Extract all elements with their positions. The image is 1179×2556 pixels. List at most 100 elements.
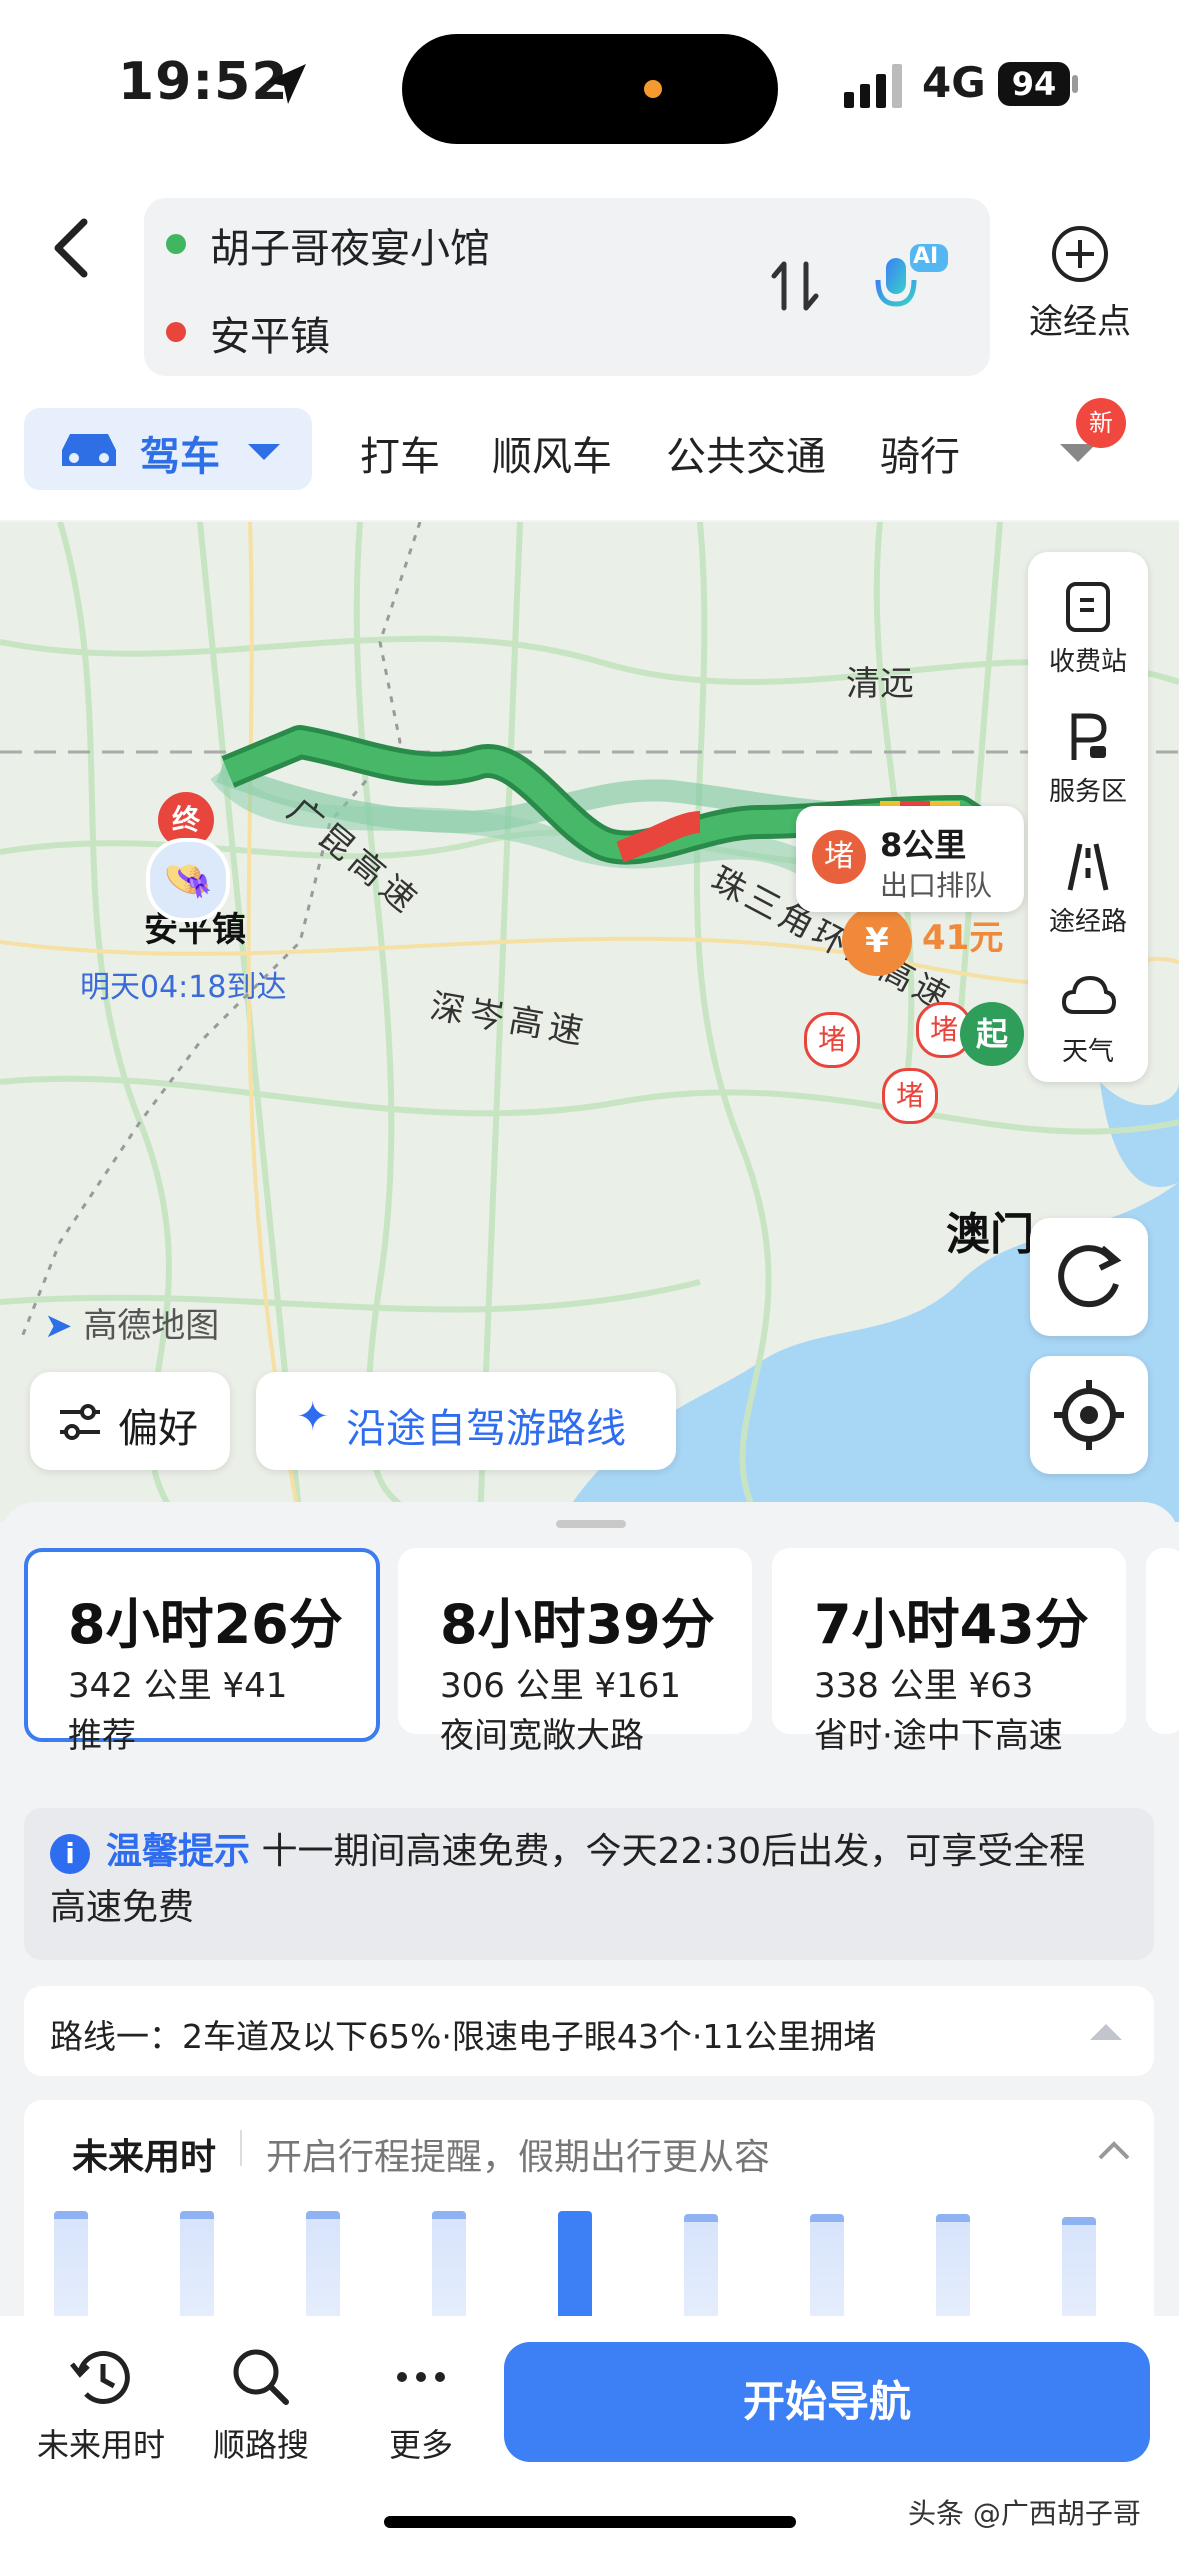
watermark: 头条 @广西胡子哥 <box>908 2497 1141 2530</box>
route-distance: 338 公里 <box>814 1666 958 1706</box>
sliders-icon <box>60 1404 100 1440</box>
more-button[interactable]: 更多 <box>336 2342 506 2466</box>
camera-indicator <box>644 80 662 98</box>
route-distance: 306 公里 <box>440 1666 584 1706</box>
add-waypoint-button[interactable]: 途经点 <box>1020 224 1140 343</box>
origin-field[interactable]: 胡子哥夜宴小馆 <box>210 216 490 274</box>
arrival-time: 明天04:18到达 <box>80 970 287 1005</box>
selfdrive-label: 沿途自驾游路线 <box>346 1406 626 1452</box>
route-search-label: 顺路搜 <box>212 2426 309 2464</box>
future-time-button[interactable]: 未来用时 <box>16 2342 186 2466</box>
more-dots-icon <box>397 2372 445 2382</box>
route-time: 8小时26分 <box>68 1593 343 1656</box>
swap-icon[interactable] <box>770 256 820 316</box>
preference-button[interactable]: 偏好 <box>30 1372 230 1470</box>
route-card-4-peek[interactable] <box>1146 1548 1179 1734</box>
route-tag: 推荐 <box>68 1716 136 1756</box>
preference-label: 偏好 <box>118 1406 198 1452</box>
route-search-button[interactable]: 顺路搜 <box>176 2342 346 2466</box>
future-time-bar-top <box>684 2214 718 2222</box>
collapse-triangle-icon[interactable] <box>1088 2022 1124 2042</box>
route-tag: 夜间宽敞大路 <box>440 1716 644 1756</box>
toll-station-button[interactable]: 收费站 <box>1028 580 1148 678</box>
amap-logo-icon: ➤ <box>44 1306 73 1346</box>
tab-transit[interactable]: 公共交通 <box>666 424 826 482</box>
future-time-label: 未来用时 <box>36 2426 165 2464</box>
home-indicator[interactable] <box>384 2516 796 2528</box>
road-icon <box>1067 843 1109 891</box>
back-arrow-icon[interactable] <box>40 208 100 288</box>
service-area-button[interactable]: 服务区 <box>1028 710 1148 808</box>
jam-marker[interactable]: 堵 <box>882 1068 938 1124</box>
tip-line-2: 高速免费 <box>50 1887 195 1928</box>
route-cost: ¥41 <box>222 1666 288 1706</box>
destination-dot <box>166 322 186 342</box>
tab-taxi[interactable]: 打车 <box>360 424 440 482</box>
route-card-2[interactable]: 8小时39分 306 公里 ¥161 夜间宽敞大路 <box>398 1548 752 1756</box>
tab-carpool[interactable]: 顺风车 <box>492 424 612 482</box>
future-time-bar-top <box>306 2211 340 2219</box>
route-distance-cost: 342 公里 ¥41 <box>68 1658 287 1707</box>
selfdrive-route-button[interactable]: ✦ 沿途自驾游路线 <box>256 1372 676 1470</box>
service-area-icon <box>1071 713 1107 760</box>
plus-circle-icon <box>1052 226 1108 282</box>
route-time: 8小时39分 <box>440 1593 715 1656</box>
service-area-label: 服务区 <box>1048 777 1127 807</box>
jam-distance: 8公里 <box>880 826 967 864</box>
tip-line-1: 温馨提示 十一期间高速免费，今天22:30后出发，可享受全程 <box>106 1824 1085 1880</box>
route-card-3[interactable]: 7小时43分 338 公里 ¥63 省时·途中下高速 <box>772 1548 1126 1756</box>
jam-marker[interactable]: 堵 <box>804 1012 860 1068</box>
origin-dot <box>166 234 186 254</box>
jam-bubble[interactable]: 堵 8公里 出口排队 <box>796 806 1024 912</box>
more-label: 更多 <box>388 2426 453 2464</box>
divider <box>240 2130 242 2166</box>
new-badge: 新 <box>1076 398 1126 448</box>
start-navigation-button[interactable]: 开始导航 <box>504 2342 1150 2462</box>
weather-button[interactable]: 天气 <box>1028 970 1148 1068</box>
tab-cycling[interactable]: 骑行 <box>880 424 960 482</box>
ai-voice-icon[interactable] <box>872 240 952 320</box>
crosshair-icon <box>1054 1380 1124 1450</box>
map-label-qingyuan: 清远 <box>846 664 914 704</box>
route-card-1[interactable]: 8小时26分 342 公里 ¥41 推荐 <box>24 1548 380 1756</box>
battery-level: 94 <box>998 62 1070 106</box>
route-distance-cost: 338 公里 ¥63 <box>814 1658 1033 1707</box>
cloud-icon <box>1061 975 1117 1014</box>
destination-field[interactable]: 安平镇 <box>210 304 330 362</box>
avatar: 👒 <box>146 838 230 922</box>
tip-title: 温馨提示 <box>106 1831 251 1872</box>
future-hint[interactable]: 开启行程提醒，假期出行更从容 <box>266 2128 770 2180</box>
clock-history-icon <box>70 2350 130 2404</box>
car-icon <box>62 434 116 466</box>
refresh-icon <box>1058 1245 1122 1308</box>
future-time-bar-top <box>432 2211 466 2219</box>
via-road-label: 途经路 <box>1048 907 1127 937</box>
route-distance: 342 公里 <box>68 1666 212 1706</box>
amap-logo: ➤ 高德地图 <box>44 1298 219 1347</box>
toll-station-icon <box>1066 582 1110 632</box>
sparkle-icon: ✦ <box>296 1394 330 1440</box>
info-icon: i <box>50 1834 90 1874</box>
map-label-macau: 澳门 <box>946 1209 1034 1260</box>
signal-icon <box>844 64 902 108</box>
search-icon <box>233 2349 289 2405</box>
toll-station-label: 收费站 <box>1048 647 1127 677</box>
tip-box: i 温馨提示 十一期间高速免费，今天22:30后出发，可享受全程 高速免费 <box>24 1808 1154 1960</box>
future-time-bar-top <box>810 2214 844 2222</box>
locate-button[interactable] <box>1030 1356 1148 1474</box>
start-marker[interactable]: 起 <box>960 1002 1024 1066</box>
ai-badge: AI <box>913 244 939 269</box>
route-cost: ¥161 <box>594 1666 682 1706</box>
waypoint-label: 途经点 <box>1029 302 1131 342</box>
dynamic-island <box>402 34 778 144</box>
via-road-button[interactable]: 途经路 <box>1028 840 1148 938</box>
sheet-grip[interactable] <box>556 1520 626 1528</box>
route-info-row[interactable]: 路线一：2车道及以下65%·限速电子眼43个·11公里拥堵 <box>24 1986 1154 2076</box>
future-time-bar-top <box>936 2214 970 2222</box>
toll-marker-icon[interactable]: ¥ <box>842 906 912 976</box>
chevron-up-icon[interactable] <box>1096 2140 1132 2162</box>
jam-desc: 出口排队 <box>880 869 993 902</box>
tip-text-1: 十一期间高速免费，今天22:30后出发，可享受全程 <box>261 1831 1086 1872</box>
future-time-bar-top <box>180 2211 214 2219</box>
refresh-button[interactable] <box>1030 1218 1148 1336</box>
